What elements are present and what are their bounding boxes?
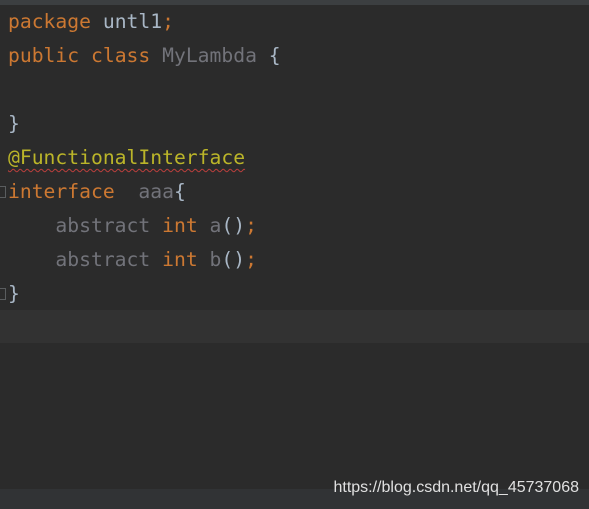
code-line-1[interactable]: package untl1; bbox=[8, 5, 174, 39]
code-line-4[interactable]: } bbox=[8, 107, 20, 141]
watermark: https://blog.csdn.net/qq_45737068 bbox=[333, 479, 579, 496]
parens: () bbox=[221, 214, 246, 237]
brace: { bbox=[173, 180, 186, 203]
keyword: interface bbox=[8, 180, 115, 203]
method-name: b bbox=[209, 248, 222, 271]
class-name: MyLambda bbox=[162, 44, 257, 67]
annotation: @FunctionalInterface bbox=[8, 146, 246, 169]
keyword: public bbox=[8, 44, 80, 67]
code-line-9[interactable]: } bbox=[8, 277, 20, 311]
parens: () bbox=[221, 248, 246, 271]
modifier: abstract bbox=[55, 214, 151, 237]
fold-marker-icon[interactable] bbox=[0, 288, 6, 300]
type-keyword: int bbox=[162, 248, 198, 271]
current-line-highlight bbox=[0, 310, 589, 343]
package-name: untl1 bbox=[102, 10, 163, 33]
interface-name: aaa bbox=[138, 180, 174, 203]
type-keyword: int bbox=[162, 214, 198, 237]
brace: } bbox=[8, 282, 20, 305]
keyword: package bbox=[8, 10, 91, 33]
semicolon: ; bbox=[245, 214, 257, 237]
semicolon: ; bbox=[245, 248, 257, 271]
code-line-2[interactable]: public class MyLambda { bbox=[8, 39, 281, 73]
code-line-6[interactable]: interface aaa{ bbox=[8, 175, 186, 209]
modifier: abstract bbox=[55, 248, 151, 271]
brace: { bbox=[268, 44, 281, 67]
keyword: class bbox=[90, 44, 151, 67]
fold-marker-icon[interactable] bbox=[0, 186, 6, 198]
brace: } bbox=[8, 112, 20, 135]
code-line-5[interactable]: @FunctionalInterface bbox=[8, 141, 245, 175]
code-line-7[interactable]: abstract int a(); bbox=[8, 209, 257, 243]
code-line-8[interactable]: abstract int b(); bbox=[8, 243, 257, 277]
method-name: a bbox=[209, 214, 222, 237]
semicolon: ; bbox=[162, 10, 174, 33]
